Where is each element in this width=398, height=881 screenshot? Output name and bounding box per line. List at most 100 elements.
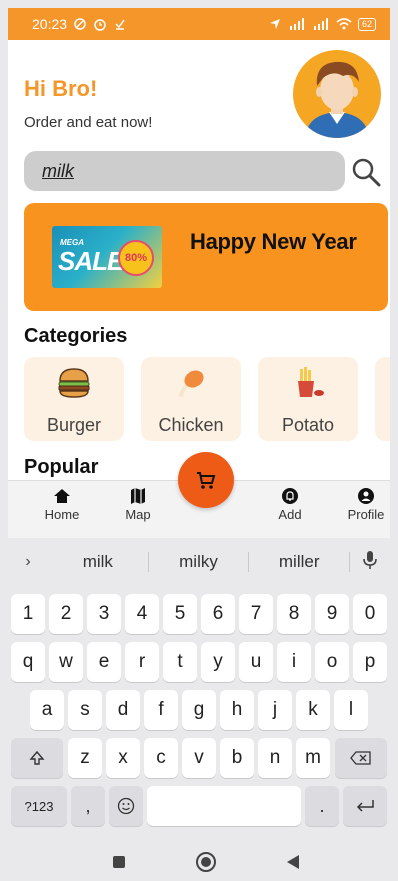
key[interactable]: 2 [49, 594, 83, 634]
key[interactable]: h [220, 690, 254, 730]
nav-home-label: Home [44, 507, 80, 522]
signal-icon [289, 18, 304, 30]
chicken-leg-icon [178, 370, 204, 398]
key[interactable]: o [315, 642, 349, 682]
mic-button[interactable] [350, 550, 390, 574]
key[interactable]: 6 [201, 594, 235, 634]
avatar-icon [305, 61, 369, 138]
shift-key[interactable] [11, 738, 63, 778]
key[interactable]: x [106, 738, 140, 778]
avatar[interactable] [293, 50, 381, 138]
key-row-numbers: 1 2 3 4 5 6 7 8 9 0 [8, 594, 390, 634]
key[interactable]: 4 [125, 594, 159, 634]
nav-add-label: Add [278, 507, 302, 522]
key[interactable]: a [30, 690, 64, 730]
enter-key[interactable] [343, 786, 387, 826]
key-row-4: ?123 , . [8, 786, 390, 826]
app-screen: Hi Bro! Order and eat now! milk MEGA SAL… [8, 40, 390, 480]
key[interactable]: g [182, 690, 216, 730]
suggestion-item[interactable]: milky [149, 552, 250, 572]
sale-discount-badge: 80% [118, 240, 154, 276]
nav-profile[interactable]: Profile [338, 487, 394, 522]
status-bar: 20:23 62 [8, 8, 390, 40]
category-label: Chicken [158, 415, 224, 435]
key[interactable]: f [144, 690, 178, 730]
category-label: Potato [281, 415, 335, 435]
symbols-key[interactable]: ?123 [11, 786, 67, 826]
promo-banner[interactable]: MEGA SALE 80% Happy New Year [24, 203, 388, 311]
key[interactable]: e [87, 642, 121, 682]
key[interactable]: 0 [353, 594, 387, 634]
banner-title: Happy New Year [190, 229, 357, 254]
backspace-key[interactable] [335, 738, 387, 778]
fries-icon [298, 367, 324, 397]
category-more[interactable] [375, 357, 390, 441]
suggestion-item[interactable]: miller [249, 552, 351, 572]
key[interactable]: q [11, 642, 45, 682]
key[interactable]: w [49, 642, 83, 682]
key[interactable]: b [220, 738, 254, 778]
nav-map-label: Map [125, 507, 151, 522]
search-input[interactable]: milk [24, 151, 345, 191]
keyboard: › milk milky miller 1 2 3 4 5 6 7 8 9 0 … [8, 538, 390, 841]
key[interactable]: t [163, 642, 197, 682]
key[interactable]: j [258, 690, 292, 730]
space-key[interactable] [147, 786, 301, 826]
key[interactable]: k [296, 690, 330, 730]
key[interactable]: 3 [87, 594, 121, 634]
key[interactable]: 8 [277, 594, 311, 634]
category-label: Burger [46, 415, 102, 435]
category-chicken[interactable]: Chicken [141, 357, 241, 441]
alarm-icon [94, 19, 106, 31]
key[interactable]: i [277, 642, 311, 682]
recent-apps-icon[interactable] [112, 855, 126, 869]
key[interactable]: s [68, 690, 102, 730]
key[interactable]: y [201, 642, 235, 682]
nav-home[interactable]: Home [34, 487, 90, 522]
nav-map[interactable]: Map [110, 487, 166, 522]
key[interactable]: r [125, 642, 159, 682]
wifi-icon [336, 18, 352, 30]
key[interactable]: d [106, 690, 140, 730]
key[interactable]: 9 [315, 594, 349, 634]
home-circle-icon[interactable] [195, 851, 217, 873]
key[interactable]: 1 [11, 594, 45, 634]
cart-button[interactable] [178, 452, 234, 508]
emoji-icon [117, 797, 135, 815]
nav-profile-label: Profile [347, 507, 385, 522]
profile-icon [358, 488, 374, 504]
comma-key[interactable]: , [71, 786, 105, 826]
key[interactable]: n [258, 738, 292, 778]
key[interactable]: z [68, 738, 102, 778]
status-time: 20:23 [32, 16, 68, 32]
emoji-key[interactable] [109, 786, 143, 826]
back-icon[interactable] [286, 854, 300, 870]
search-icon [352, 158, 381, 187]
suggestion-item[interactable]: milk [48, 552, 149, 572]
location-icon [269, 19, 280, 29]
map-icon [131, 488, 145, 504]
search-button[interactable] [348, 154, 384, 190]
key[interactable]: 7 [239, 594, 273, 634]
key[interactable]: p [353, 642, 387, 682]
enter-icon [356, 800, 374, 812]
key[interactable]: l [334, 690, 368, 730]
greeting-title: Hi Bro! [24, 76, 98, 101]
popular-heading: Popular [24, 456, 99, 478]
nav-add[interactable]: Add [262, 487, 318, 522]
key[interactable]: 5 [163, 594, 197, 634]
expand-chevron-icon[interactable]: › [8, 553, 48, 571]
system-nav-bar [8, 841, 390, 881]
battery-icon: 62 [357, 17, 376, 31]
notification-bell-icon [282, 488, 298, 504]
key[interactable]: c [144, 738, 178, 778]
backspace-icon [350, 751, 371, 765]
key[interactable]: m [296, 738, 330, 778]
categories-list: Burger Chicken Potato [24, 357, 390, 441]
categories-heading: Categories [24, 325, 128, 347]
key[interactable]: u [239, 642, 273, 682]
key[interactable]: v [182, 738, 216, 778]
category-potato[interactable]: Potato [258, 357, 358, 441]
period-key[interactable]: . [305, 786, 339, 826]
category-burger[interactable]: Burger [24, 357, 124, 441]
